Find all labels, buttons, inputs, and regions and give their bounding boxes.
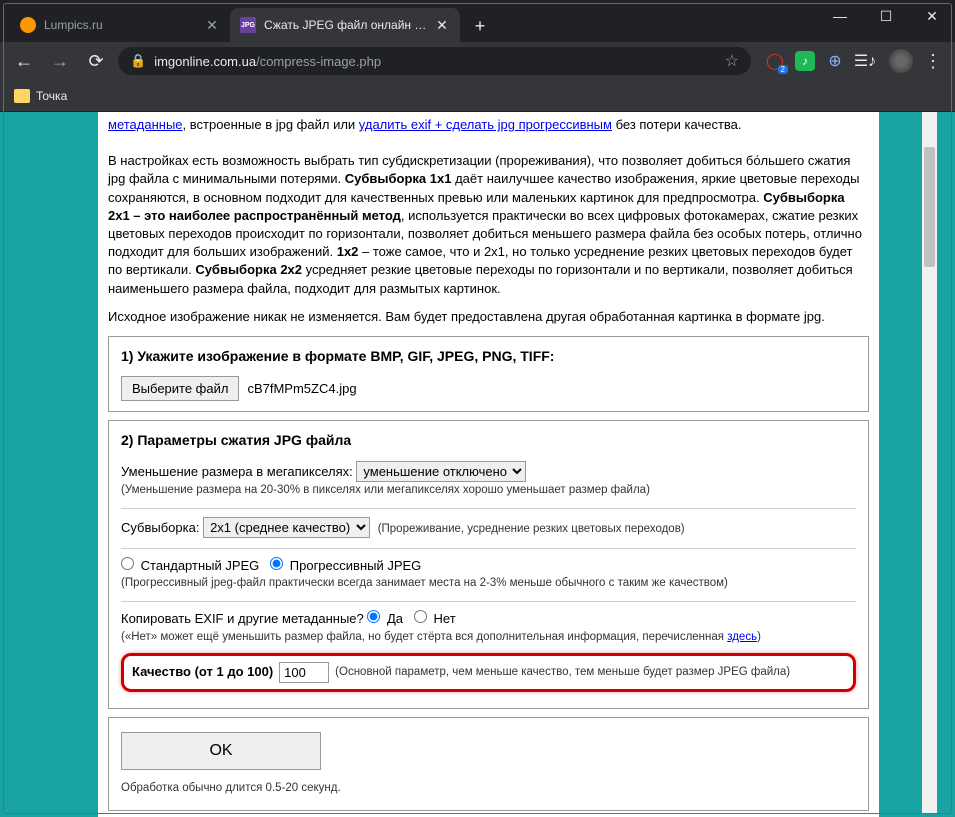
- section-file-select: 1) Укажите изображение в формате BMP, GI…: [108, 336, 869, 413]
- back-button[interactable]: ←: [10, 47, 38, 75]
- ok-button[interactable]: OK: [121, 732, 321, 770]
- subsample-hint: (Прореживание, усреднение резких цветовы…: [378, 523, 685, 535]
- file-name-label: cB7fMPm5ZC4.jpg: [247, 380, 356, 398]
- maximize-button[interactable]: ☐: [863, 0, 909, 32]
- quality-label: Качество (от 1 до 100): [132, 663, 273, 681]
- exif-link[interactable]: удалить exif + сделать jpg прогрессивным: [359, 117, 612, 132]
- exif-label: Копировать EXIF и другие метаданные?: [121, 611, 367, 626]
- reload-button[interactable]: ⟳: [82, 47, 110, 75]
- mp-hint: (Уменьшение размера на 20-30% в пикселях…: [121, 482, 856, 498]
- tab-title: Сжать JPEG файл онлайн - IMG: [264, 18, 430, 32]
- secure-icon: 🔒: [130, 53, 146, 69]
- tab-imgonline[interactable]: JPG Сжать JPEG файл онлайн - IMG ✕: [230, 8, 460, 42]
- forward-button[interactable]: →: [46, 47, 74, 75]
- favicon-icon: [20, 17, 36, 33]
- bookmark-item[interactable]: Точка: [36, 89, 67, 103]
- scrollbar-track[interactable]: [922, 112, 937, 814]
- new-tab-button[interactable]: +: [466, 12, 494, 40]
- profile-avatar[interactable]: [889, 49, 913, 73]
- section-compression-params: 2) Параметры сжатия JPG файла Уменьшение…: [108, 420, 869, 708]
- scrollbar-thumb[interactable]: [924, 147, 935, 267]
- section-submit: OK Обработка обычно длится 0.5-20 секунд…: [108, 717, 869, 811]
- extension-icon[interactable]: ♪: [795, 51, 815, 71]
- extension-icon[interactable]: ◯2: [765, 51, 785, 71]
- quality-input[interactable]: [279, 662, 329, 683]
- reading-list-icon[interactable]: ☰♪: [855, 51, 875, 71]
- mp-select[interactable]: уменьшение отключено: [356, 461, 526, 482]
- section-title: 2) Параметры сжатия JPG файла: [121, 431, 856, 451]
- metadata-link[interactable]: метаданные: [108, 117, 183, 132]
- favicon-icon: JPG: [240, 17, 256, 33]
- subsample-label: Субвыборка:: [121, 520, 203, 535]
- quality-hint: (Основной параметр, чем меньше качество,…: [335, 664, 790, 680]
- exif-yes-radio[interactable]: Да: [367, 611, 403, 626]
- tab-title: Lumpics.ru: [44, 18, 200, 32]
- extension-icon[interactable]: ⊕: [825, 51, 845, 71]
- address-bar[interactable]: 🔒 imgonline.com.ua/compress-image.php ☆: [118, 47, 751, 75]
- processing-hint: Обработка обычно длится 0.5-20 секунд.: [121, 780, 856, 796]
- mp-label: Уменьшение размера в мегапикселях:: [121, 464, 356, 479]
- menu-button[interactable]: ⋮: [921, 51, 945, 72]
- tab-lumpics[interactable]: Lumpics.ru ✕: [10, 8, 230, 42]
- subsample-select[interactable]: 2x1 (среднее качество): [203, 517, 370, 538]
- minimize-button[interactable]: —: [817, 0, 863, 32]
- quality-row-highlighted: Качество (от 1 до 100) (Основной парамет…: [121, 653, 856, 692]
- exif-no-radio[interactable]: Нет: [414, 611, 456, 626]
- jpeg-standard-radio[interactable]: Стандартный JPEG: [121, 558, 259, 573]
- description-paragraph: В настройках есть возможность выбрать ти…: [108, 152, 869, 298]
- exif-here-link[interactable]: здесь: [727, 631, 757, 643]
- close-icon[interactable]: ✕: [204, 17, 220, 33]
- section-title: 1) Укажите изображение в формате BMP, GI…: [121, 347, 856, 367]
- jpeg-hint: (Прогрессивный jpeg-файл практически все…: [121, 575, 856, 591]
- jpeg-progressive-radio[interactable]: Прогрессивный JPEG: [270, 558, 421, 573]
- url-text: imgonline.com.ua/compress-image.php: [154, 54, 716, 69]
- close-window-button[interactable]: ✕: [909, 0, 955, 32]
- folder-icon: [14, 89, 30, 103]
- bookmark-star-icon[interactable]: ☆: [725, 51, 739, 71]
- choose-file-button[interactable]: Выберите файл: [121, 376, 239, 401]
- close-icon[interactable]: ✕: [434, 17, 450, 33]
- note-paragraph: Исходное изображение никак не изменяется…: [108, 308, 869, 326]
- page-content: метаданные, встроенные в jpg файл или уд…: [98, 112, 879, 817]
